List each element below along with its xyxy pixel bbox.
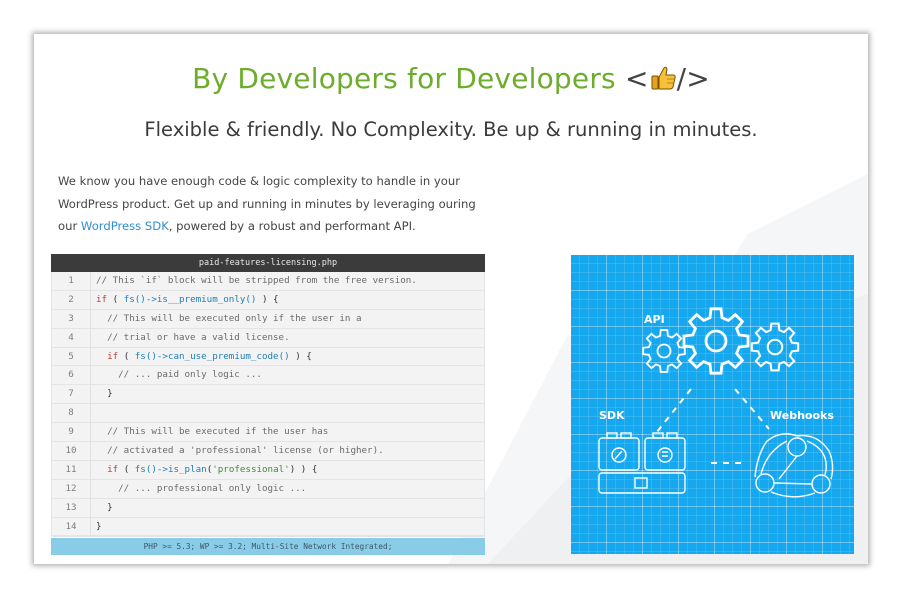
feature-panel: By Developers for Developers < /> Flexib… — [34, 34, 868, 564]
code-line: 13 } — [52, 498, 484, 518]
line-number: 6 — [52, 366, 91, 385]
intro-line-3: our WordPress SDK, powered by a robust a… — [58, 215, 488, 238]
code-filename: paid-features-licensing.php — [51, 254, 485, 272]
code-line: 7 } — [52, 385, 484, 405]
line-number: 13 — [52, 498, 91, 517]
code-line: 3 // This will be executed only if the u… — [52, 309, 484, 329]
code-text: } — [96, 520, 102, 532]
page-title: By Developers for Developers < /> — [34, 62, 868, 95]
line-number: 5 — [52, 347, 91, 366]
tag-close: /> — [676, 62, 710, 95]
intro-line-3-start: our — [58, 219, 81, 233]
line-number: 14 — [52, 517, 91, 536]
line-number: 9 — [52, 423, 91, 442]
subtitle: Flexible & friendly. No Complexity. Be u… — [144, 118, 758, 141]
code-text: // ... professional only logic ... — [96, 482, 307, 494]
architecture-blueprint: API SDK Webhooks — [571, 255, 854, 554]
code-line: 10 // activated a 'professional' license… — [52, 442, 484, 461]
code-text: // ... paid only logic ... — [96, 369, 262, 381]
code-text: // This will be executed only if the use… — [96, 312, 362, 324]
intro-line-2: WordPress product. Get up and running in… — [58, 196, 476, 211]
line-number: 8 — [52, 404, 91, 423]
gear-large-icon — [682, 307, 750, 375]
code-line: 5 if ( fs()->can_use_premium_code() ) { — [52, 347, 484, 367]
webhooks-label: Webhooks — [770, 409, 834, 422]
code-line: 11 if ( fs()->is_plan('professional') ) … — [52, 460, 484, 480]
code-line: 4 // trial or have a valid license. — [52, 328, 484, 348]
line-number: 1 — [52, 272, 91, 290]
line-number: 4 — [52, 328, 91, 347]
code-line: 6 // ... paid only logic ... — [52, 366, 484, 386]
intro-line-1: We know you have enough code & logic com… — [58, 174, 460, 188]
code-line: 2 if ( fs()->is__premium_only() ) { — [52, 290, 484, 310]
intro-line-3-end: , powered by a robust and performant API… — [168, 219, 416, 233]
code-text: } — [96, 388, 113, 400]
code-requirements: PHP >= 5.3; WP >= 3.2; Multi-Site Networ… — [51, 538, 485, 555]
webhooks-icon — [754, 433, 834, 498]
code-text: // This `if` block will be stripped from… — [96, 275, 417, 286]
code-text: if ( fs()->can_use_premium_code() ) { — [107, 350, 312, 362]
line-number: 7 — [52, 385, 91, 404]
code-line: 9 // This will be executed if the user h… — [52, 423, 484, 443]
blueprint-diagram — [598, 307, 834, 498]
api-label: API — [644, 313, 665, 326]
code-line: 12 // ... professional only logic ... — [52, 479, 484, 499]
thumbs-up-icon — [651, 66, 676, 90]
code-text: // activated a 'professional' license (o… — [96, 445, 384, 457]
code-text: // trial or have a valid license. — [96, 331, 290, 343]
gear-small-right-icon — [750, 322, 800, 372]
code-text: // This will be executed if the user has — [96, 426, 329, 438]
line-number: 2 — [52, 290, 91, 309]
code-line: 14} — [52, 517, 484, 537]
line-number: 12 — [52, 479, 91, 498]
code-text: } — [96, 501, 113, 513]
sdk-blocks-icon — [598, 432, 686, 494]
code-line: 8 — [52, 404, 484, 424]
title-text: By Developers for Developers — [192, 62, 616, 95]
code-snippet: paid-features-licensing.php 1 // This `if… — [51, 254, 485, 555]
intro-paragraph: We know you have enough code & logic com… — [58, 170, 488, 238]
code-line: 1 // This `if` block will be stripped fro… — [52, 272, 484, 291]
line-number: 10 — [52, 442, 91, 460]
wordpress-sdk-link[interactable]: WordPress SDK — [81, 219, 169, 233]
line-number: 11 — [52, 460, 91, 479]
gear-small-left-icon — [642, 329, 686, 373]
sdk-label: SDK — [599, 409, 625, 422]
line-number: 3 — [52, 309, 91, 328]
code-lines: 1 // This `if` block will be stripped fro… — [51, 272, 485, 538]
code-text: if ( fs()->is__premium_only() ) { — [96, 293, 279, 305]
tag-open: < — [624, 62, 649, 95]
code-text: if ( fs()->is_plan('professional') ) { — [107, 463, 318, 475]
